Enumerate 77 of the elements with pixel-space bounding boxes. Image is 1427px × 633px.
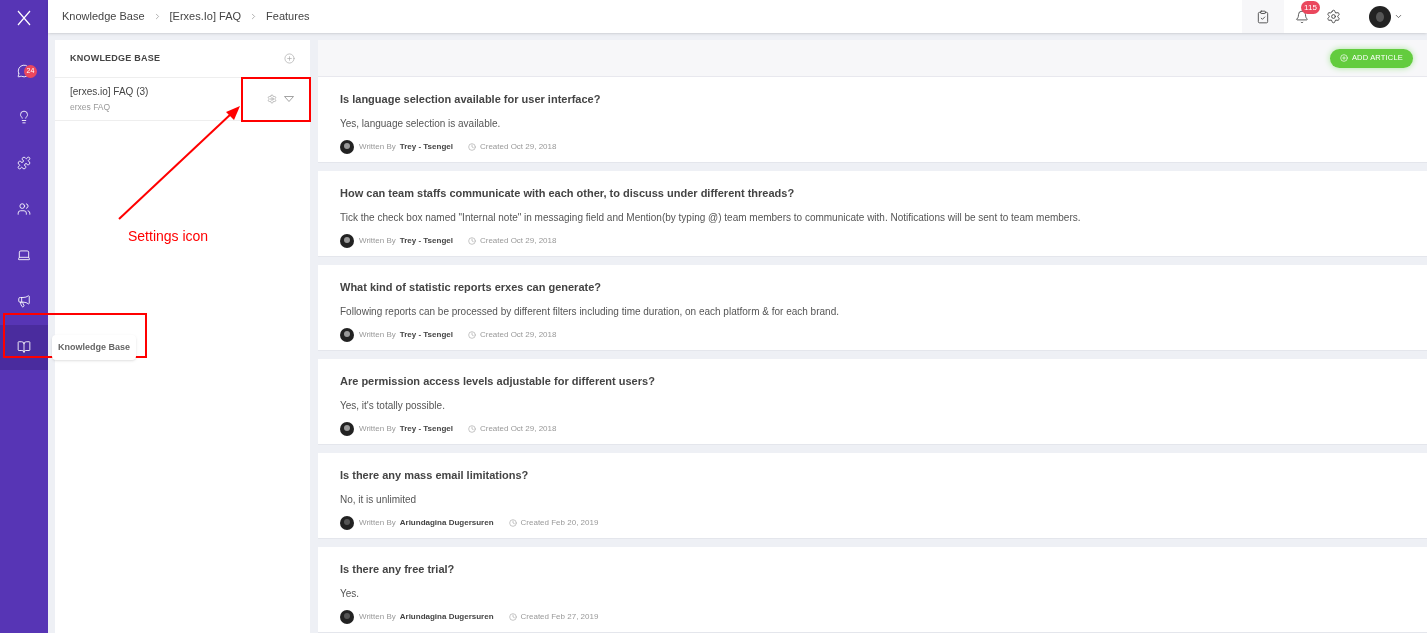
created-date: Created Oct 29, 2018	[479, 328, 557, 341]
article-summary: Yes, language selection is available.	[340, 116, 502, 131]
breadcrumb[interactable]: Features	[266, 8, 310, 25]
article-title: What kind of statistic reports erxes can generate?	[340, 280, 603, 295]
highlight-frame	[241, 77, 311, 122]
author-name: Trey - Tsengel	[399, 234, 453, 247]
topic-item[interactable]: [erxes.io] FAQ (3) erxes FAQ	[70, 84, 149, 114]
article-summary: Following reports can be processed by different filters including time duration, on each platform & for each brand.	[340, 304, 840, 319]
written-by-label: Written By	[359, 610, 396, 623]
caret-icon[interactable]	[1394, 12, 1403, 21]
panel-title: KNOWLEDGE BASE	[70, 51, 161, 65]
caret-icon[interactable]	[284, 96, 294, 102]
avatar-icon	[340, 515, 354, 530]
topic-description: erxes FAQ	[70, 101, 112, 114]
settings-icon[interactable]	[1326, 9, 1341, 24]
plus-icon	[1339, 54, 1348, 62]
article-title: Are permission access levels adjustable for different users?	[340, 374, 656, 389]
clock-icon	[467, 424, 476, 433]
tasks-button[interactable]	[1242, 0, 1284, 33]
book-icon	[17, 340, 31, 354]
topic-title: [erxes.io] FAQ (3)	[70, 85, 149, 100]
puzzle-icon	[17, 156, 31, 170]
notifications-button[interactable]: 115	[1284, 0, 1320, 33]
clock-icon	[508, 612, 517, 621]
laptop-icon	[17, 248, 31, 262]
badge: 115	[1301, 1, 1320, 14]
written-by-label: Written By	[359, 140, 396, 153]
avatar-icon	[340, 327, 354, 342]
created-date: Created Oct 29, 2018	[479, 422, 557, 435]
megaphone-icon	[17, 294, 31, 308]
clock-icon	[467, 236, 476, 245]
article-card[interactable]: Is there any free trial? Yes. Written By Ariundagina Dugersuren Created Feb 27, 2019	[318, 547, 1427, 633]
article-card[interactable]	[318, 171, 1427, 257]
article-summary: Yes.	[340, 586, 361, 601]
written-by-label: Written By	[359, 422, 396, 435]
created-date: Created Oct 29, 2018	[479, 234, 557, 247]
created-date: Created Feb 27, 2019	[520, 610, 599, 623]
avatar-icon	[340, 139, 354, 154]
author-name: Trey - Tsengel	[399, 140, 453, 153]
user-avatar[interactable]	[1369, 5, 1391, 28]
add-icon[interactable]	[284, 53, 295, 64]
clock-icon	[467, 330, 476, 339]
logo-icon	[17, 10, 31, 26]
article-title: Is language selection available for user interface?	[340, 92, 602, 107]
article-card[interactable]	[318, 265, 1427, 351]
article-summary: No, it is unlimited	[340, 492, 418, 507]
clock-icon	[508, 518, 517, 527]
author-name: Trey - Tsengel	[399, 422, 453, 435]
author-name: Ariundagina Dugersuren	[399, 516, 494, 529]
annotation-label: Settings icon	[128, 227, 209, 246]
avatar-icon	[1375, 10, 1385, 23]
breadcrumb[interactable]: Knowledge Base	[62, 8, 145, 25]
article-summary: Yes, it's totally possible.	[340, 398, 446, 413]
created-date: Created Oct 29, 2018	[479, 140, 557, 153]
author-name: Ariundagina Dugersuren	[399, 610, 494, 623]
people-icon	[17, 202, 31, 216]
breadcrumb[interactable]: [Erxes.Io] FAQ	[169, 8, 242, 25]
avatar-icon	[340, 609, 354, 624]
clock-icon	[467, 142, 476, 151]
avatar-icon	[340, 233, 354, 248]
created-date: Created Feb 20, 2019	[520, 516, 599, 529]
written-by-label: Written By	[359, 328, 396, 341]
written-by-label: Written By	[359, 234, 396, 247]
article-title: Is there any mass email limitations?	[340, 468, 530, 483]
author-name: Trey - Tsengel	[399, 328, 453, 341]
article-card[interactable]: Is there any mass email limitations? No, it is unlimited Written By Ariundagina Dugersuren Created Feb 20, 2019	[318, 453, 1427, 539]
article-title: Is there any free trial?	[340, 562, 456, 577]
article-summary: Tick the check box named "Internal note" in messaging field and Mention(by typing @) team members to communicate with. Notifications will be sent to team members.	[340, 210, 1082, 225]
bell-icon	[1295, 9, 1309, 24]
avatar-icon	[340, 421, 354, 436]
bulb-icon	[17, 110, 31, 124]
tooltip: Knowledge Base	[52, 334, 137, 360]
article-card[interactable]: Are permission access levels adjustable for different users? Yes, it's totally possible. Written By Trey - Tsengel Created Oct 29, 2018	[318, 359, 1427, 445]
written-by-label: Written By	[359, 516, 396, 529]
article-card[interactable]: Is language selection available for user interface? Yes, language selection is available. Written By Trey - Tsengel Created Oct 29, 2018	[318, 77, 1427, 163]
clipboard-icon	[1256, 9, 1270, 24]
article-title: How can team staffs communicate with each other, to discuss under different threads?	[340, 186, 796, 201]
